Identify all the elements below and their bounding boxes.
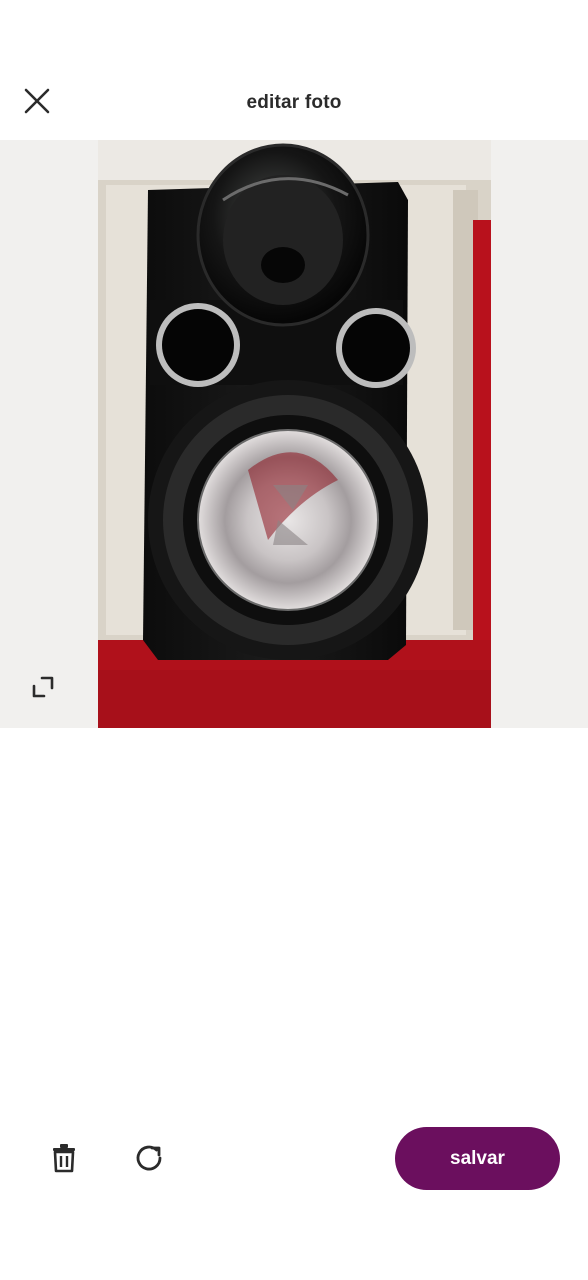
expand-button[interactable]	[24, 668, 62, 706]
rotate-icon	[136, 1145, 162, 1171]
page-title: editar foto	[246, 92, 342, 113]
edit-photo-screen: editar foto salvar	[0, 0, 588, 1280]
photo-area	[0, 140, 588, 728]
delete-button[interactable]	[42, 1136, 86, 1180]
rotate-button[interactable]	[128, 1136, 172, 1180]
trash-icon	[53, 1144, 75, 1173]
header: editar foto	[0, 70, 588, 136]
bottom-toolbar: salvar	[0, 1120, 588, 1200]
speaker-photo[interactable]	[98, 140, 491, 728]
save-button[interactable]: salvar	[395, 1127, 560, 1190]
expand-icon	[32, 676, 54, 698]
